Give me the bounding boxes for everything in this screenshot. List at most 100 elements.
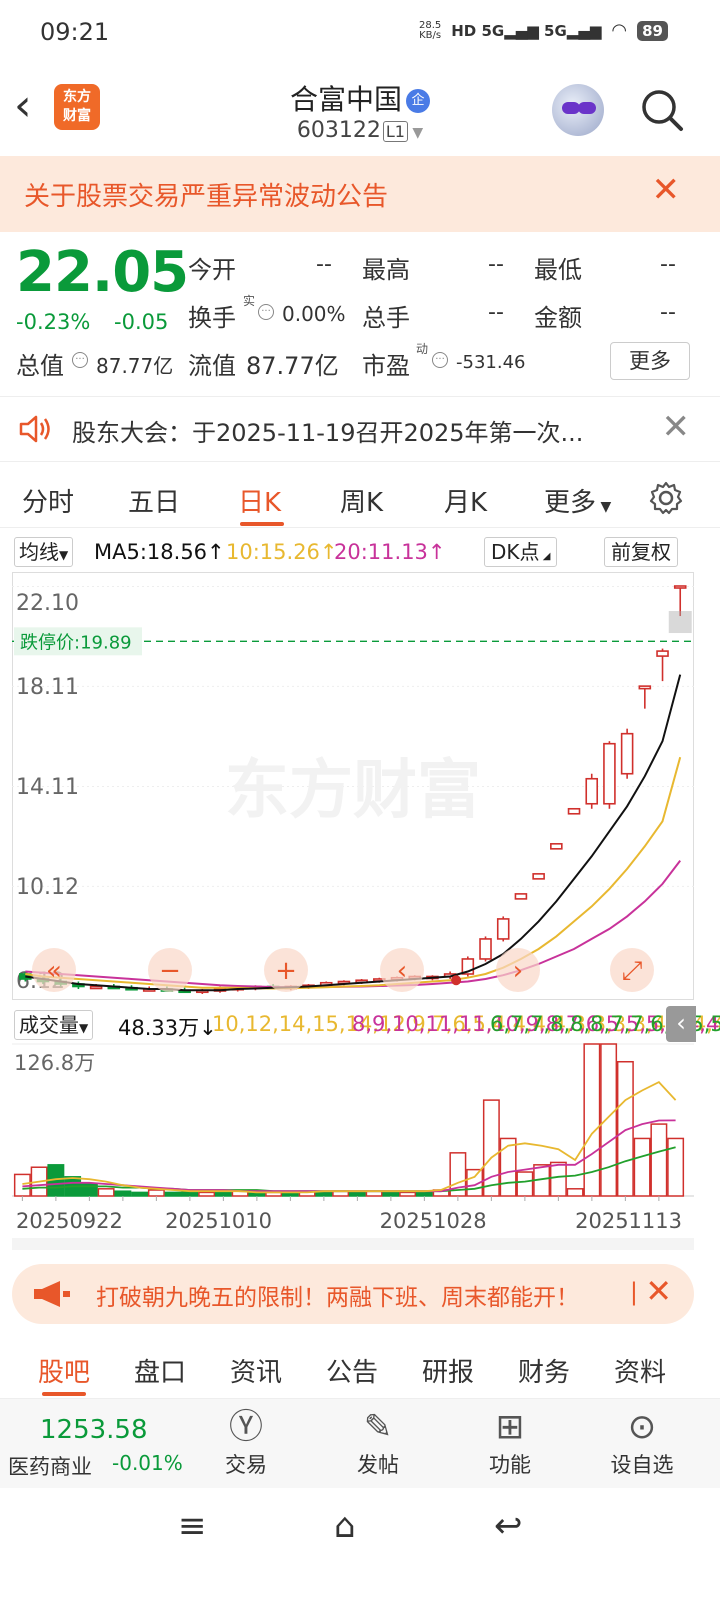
caret-down-icon: ▼ xyxy=(59,548,69,562)
section-tabs: 股吧 盘口 资讯 公告 研报 财务 资料 xyxy=(0,1336,720,1398)
index-value: 1253.58 xyxy=(40,1415,148,1445)
promo-banner[interactable]: 打破朝九晚五的限制！两融下班、周末都能开！ | ✕ xyxy=(12,1264,694,1324)
stock-code[interactable]: 603122 L1 ▼ xyxy=(0,118,720,143)
tab-pankou[interactable]: 盘口 xyxy=(134,1352,186,1389)
promo-text[interactable]: 打破朝九晚五的限制！两融下班、周末都能开！ xyxy=(96,1278,579,1312)
back-nav-icon[interactable]: ↩ xyxy=(494,1506,523,1546)
clock: 09:21 xyxy=(40,18,110,46)
fullscreen-icon[interactable]: ⤢ xyxy=(610,948,654,992)
kline-chart[interactable]: 东方财富22.1018.1114.1110.126.12跌停价:19.89«−+… xyxy=(12,572,694,1000)
turnover-value: 0.00% xyxy=(282,302,346,326)
tab-monthly-k[interactable]: 月K xyxy=(444,482,487,519)
pe-sup: 动 xyxy=(416,342,429,356)
volume-value: -- xyxy=(488,300,504,325)
candle-body xyxy=(620,732,634,775)
volume-bar xyxy=(399,1191,417,1197)
robot-assistant-icon[interactable] xyxy=(552,84,604,136)
high-label: 最高 xyxy=(362,256,410,284)
trade-button[interactable]: Ⓨ 交易 xyxy=(206,1405,286,1479)
tab-news[interactable]: 资讯 xyxy=(230,1352,282,1389)
info-icon[interactable]: ··· xyxy=(72,352,88,368)
y-tick-label: 18.11 xyxy=(16,675,79,700)
stock-header: ‹ 东方 财富 合富中国企 603122 L1 ▼ xyxy=(0,66,720,156)
mktcap-label: 总值 xyxy=(16,352,64,380)
functions-label: 功能 xyxy=(489,1453,531,1477)
ma10-value: 10:15.26↑ xyxy=(226,540,338,564)
candle-body xyxy=(567,807,581,815)
bottom-action-bar: 1253.58 医药商业 -0.01% Ⓨ 交易 ✎ 发帖 ⊞ 功能 ⊙ 设自选 xyxy=(0,1398,720,1488)
low-label: 最低 xyxy=(534,256,582,284)
caret-down-icon: ▼ xyxy=(596,499,612,515)
close-icon[interactable]: ✕ xyxy=(645,1272,672,1310)
signal-dot xyxy=(451,975,462,986)
float-value: 87.77亿 xyxy=(246,352,339,380)
candle-body xyxy=(479,938,492,960)
candle-body xyxy=(603,742,616,805)
abnormal-volatility-alert[interactable]: 关于股票交易严重异常波动公告 ✕ xyxy=(0,156,720,232)
ma-selector[interactable]: 均线▼ xyxy=(14,537,74,567)
zoom-out-icon[interactable]: − xyxy=(148,948,192,992)
network-speed: 28.5 KB/s xyxy=(418,19,442,41)
tab-announcements[interactable]: 公告 xyxy=(326,1352,378,1389)
zoom-in-icon[interactable]: + xyxy=(264,948,308,992)
scroll-start-icon[interactable]: « xyxy=(32,948,76,992)
home-icon[interactable]: ⌂ xyxy=(334,1506,356,1546)
tab-intraday[interactable]: 分时 xyxy=(22,482,74,519)
post-button[interactable]: ✎ 发帖 xyxy=(338,1405,418,1479)
volume-bar xyxy=(633,1137,651,1197)
tab-guba[interactable]: 股吧 xyxy=(38,1352,90,1389)
scroll-right-icon[interactable]: › xyxy=(496,948,540,992)
enterprise-badge: 企 xyxy=(406,89,430,113)
ma-selector-label: 均线 xyxy=(19,540,59,564)
volume-bar xyxy=(131,1191,149,1197)
candle-body xyxy=(550,843,563,850)
volume-bar xyxy=(667,1137,685,1197)
tab-weekly-k[interactable]: 周K xyxy=(340,482,383,519)
grid-icon: ⊞ xyxy=(495,1407,525,1447)
chevron-down-icon: ▼ xyxy=(407,125,424,141)
candle-body xyxy=(673,585,687,589)
close-icon[interactable]: ✕ xyxy=(652,170,681,210)
tab-profile[interactable]: 资料 xyxy=(614,1352,666,1389)
candle-body xyxy=(585,777,599,805)
volume-bar xyxy=(499,1137,517,1197)
alert-text[interactable]: 关于股票交易严重异常波动公告 xyxy=(24,176,388,213)
info-icon[interactable]: ··· xyxy=(432,352,448,368)
candle-body xyxy=(638,685,652,690)
volume-label: 总手 xyxy=(362,304,410,332)
tab-five-day[interactable]: 五日 xyxy=(128,482,180,519)
more-button[interactable]: 更多 xyxy=(610,342,690,380)
y-tick-label: 14.11 xyxy=(16,775,79,800)
corner-icon: ◢ xyxy=(539,551,551,562)
scroll-left-icon[interactable]: ‹ xyxy=(380,948,424,992)
yuan-icon: Ⓨ xyxy=(229,1407,263,1447)
search-icon[interactable] xyxy=(640,88,684,132)
post-label: 发帖 xyxy=(357,1453,399,1477)
y-tick-label: 22.10 xyxy=(16,591,79,616)
dk-point-button[interactable]: DK点 ◢ xyxy=(484,537,558,567)
robot-eye-icon xyxy=(578,102,596,114)
open-value: -- xyxy=(316,252,332,277)
system-nav-bar: ≡ ⌂ ↩ xyxy=(0,1488,720,1600)
info-icon[interactable]: ··· xyxy=(258,304,274,320)
candle-body xyxy=(496,918,510,940)
functions-button[interactable]: ⊞ 功能 xyxy=(470,1405,550,1479)
shareholder-meeting-notice[interactable]: 股东大会：于2025-11-19召开2025年第一次... ✕ xyxy=(0,396,720,462)
mktcap-value: 87.77亿 xyxy=(96,354,174,378)
volume-chart[interactable]: 126.8万 20250922 20251010 20251028 20251113 xyxy=(12,1006,694,1250)
tab-more[interactable]: 更多 ▼ xyxy=(544,482,611,519)
more-dots-icon: ⊙ xyxy=(627,1407,657,1447)
tab-daily-k[interactable]: 日K xyxy=(238,482,281,519)
tab-finance[interactable]: 财务 xyxy=(518,1352,570,1389)
candle-body xyxy=(532,873,545,880)
megaphone-icon xyxy=(34,1281,70,1307)
adjust-button[interactable]: 前复权 xyxy=(604,537,678,567)
pe-value: -531.46 xyxy=(456,352,526,373)
menu-icon[interactable]: ≡ xyxy=(178,1506,207,1546)
add-watchlist-button[interactable]: ⊙ 设自选 xyxy=(602,1405,682,1479)
close-icon[interactable]: ✕ xyxy=(662,407,691,447)
tab-research[interactable]: 研报 xyxy=(422,1352,474,1389)
period-tabs: 分时 五日 日K 周K 月K 更多 ▼ xyxy=(0,466,720,528)
current-price-highlight xyxy=(668,611,692,634)
gear-icon[interactable] xyxy=(648,480,684,516)
